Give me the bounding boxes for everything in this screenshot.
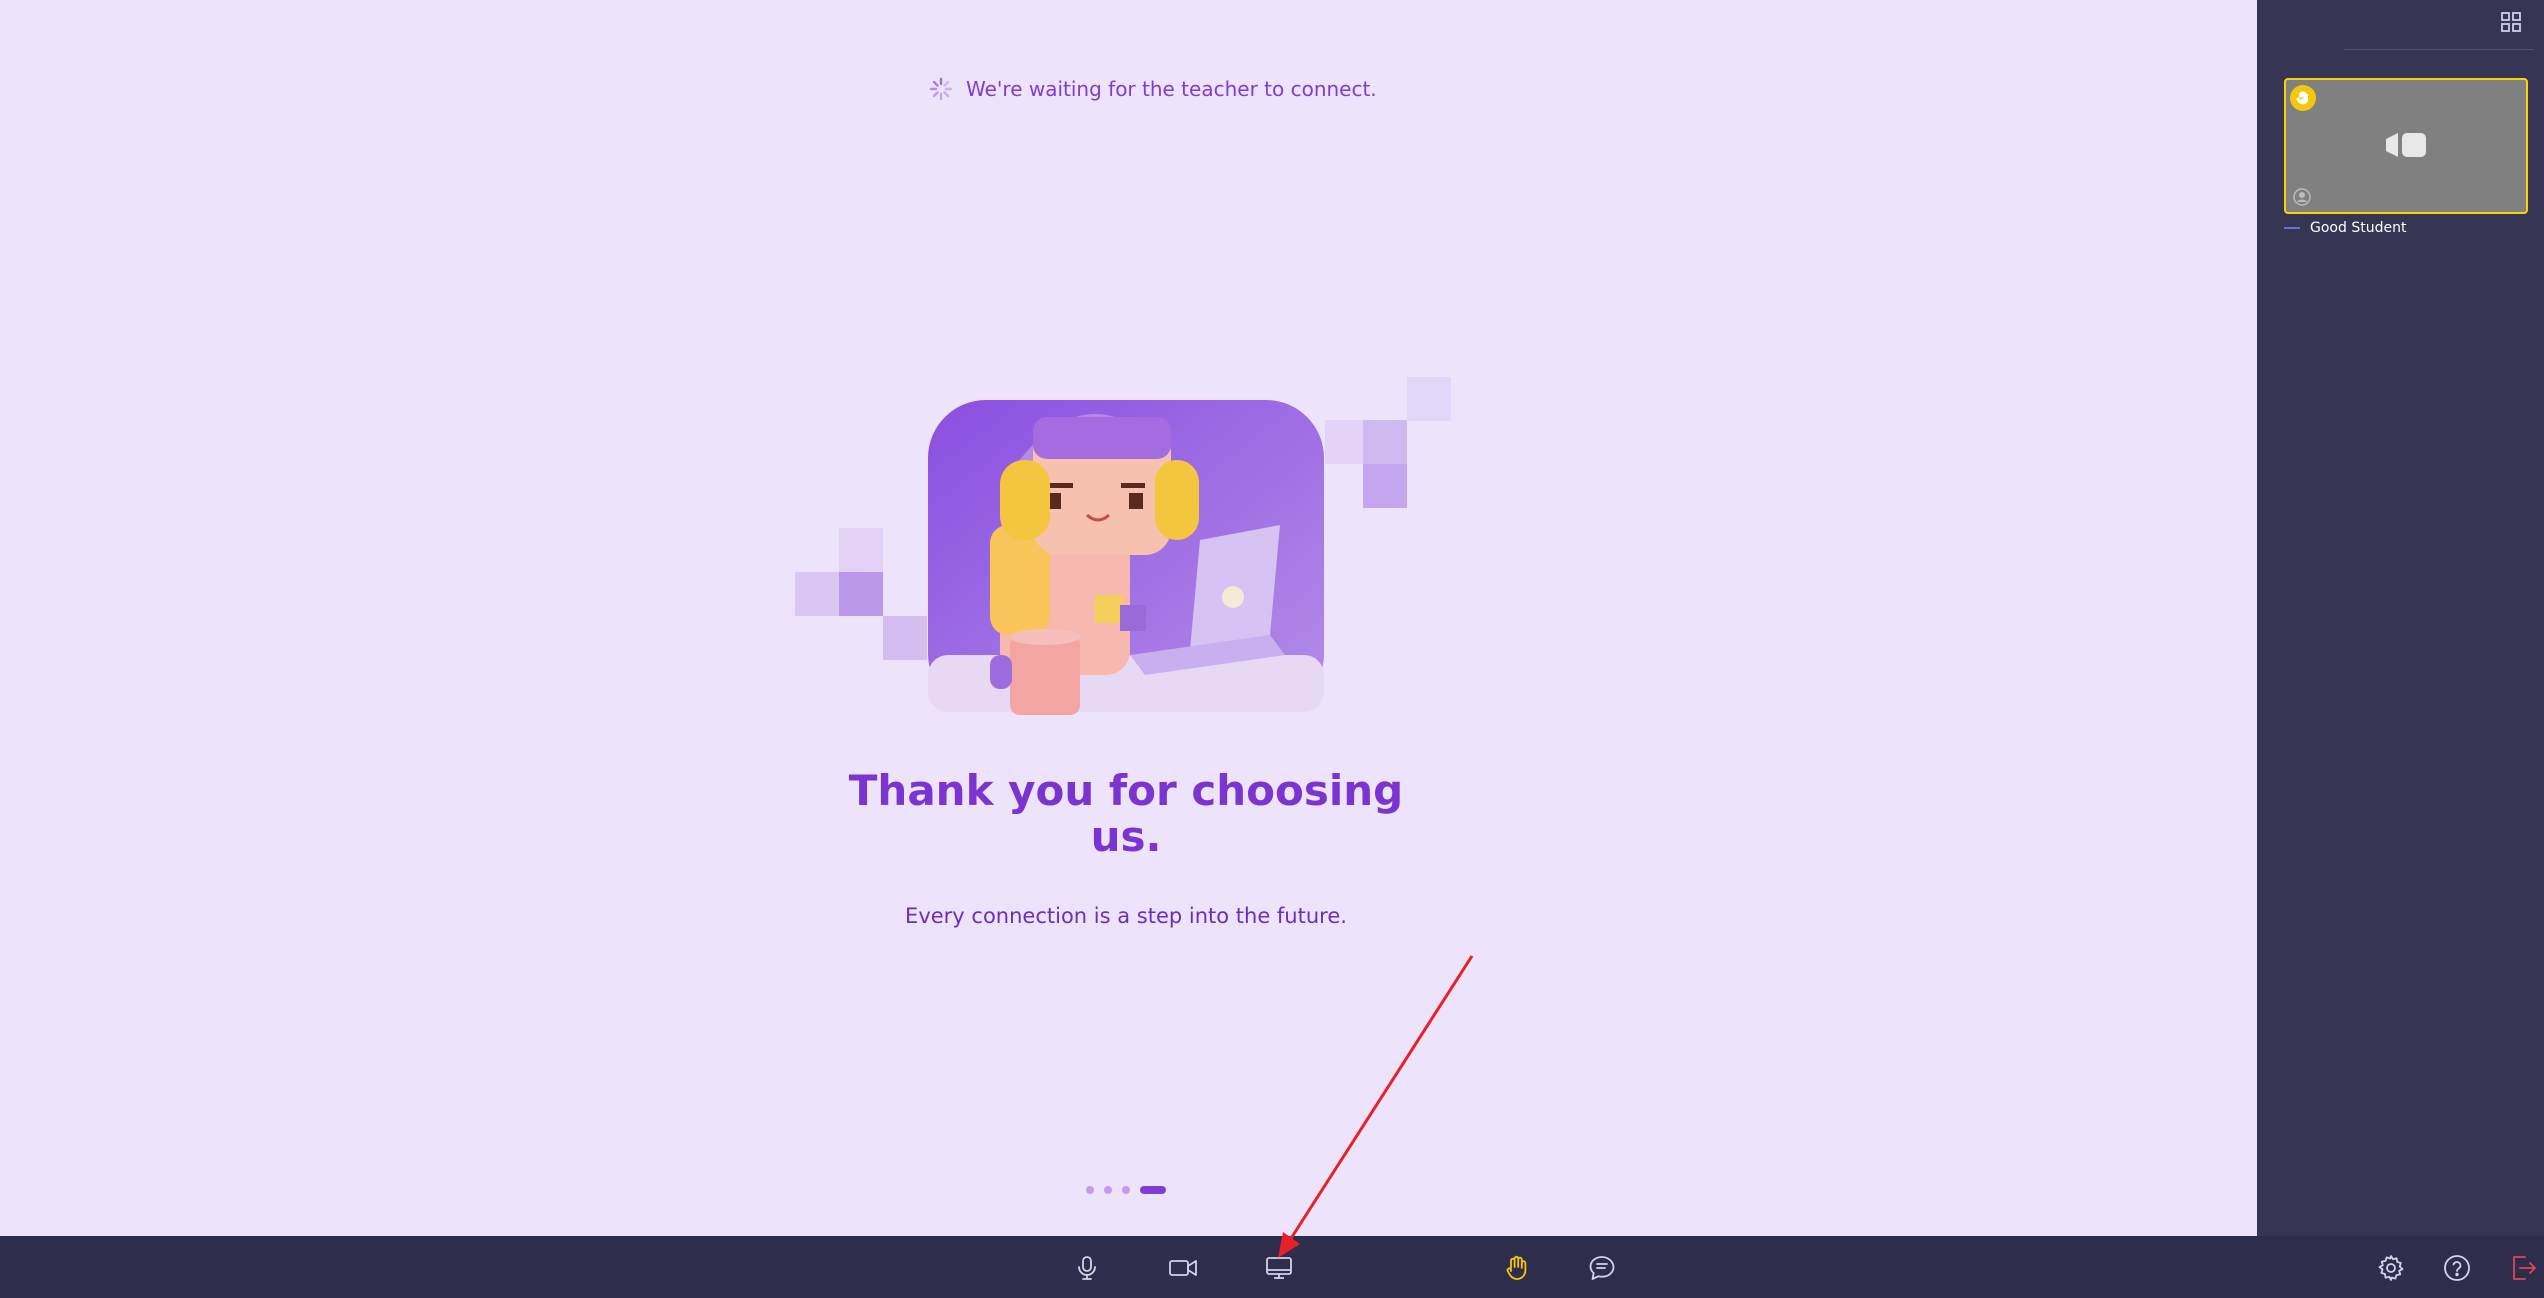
sidebar-divider bbox=[2344, 49, 2534, 50]
screen-share-button[interactable] bbox=[1262, 1252, 1296, 1284]
microphone-button[interactable] bbox=[1070, 1252, 1104, 1284]
carousel-dot-active[interactable] bbox=[1140, 1186, 1166, 1194]
camera-off-icon bbox=[2386, 133, 2426, 157]
chat-button[interactable] bbox=[1585, 1252, 1619, 1284]
welcome-illustration bbox=[795, 377, 1451, 715]
leave-button[interactable] bbox=[2506, 1252, 2540, 1284]
connection-status: We're waiting for the teacher to connect… bbox=[928, 74, 1377, 104]
slide-subtitle: Every connection is a step into the futu… bbox=[905, 904, 1347, 928]
camera-icon bbox=[1169, 1260, 1197, 1276]
screen-share-icon bbox=[1266, 1257, 1292, 1279]
avatar-icon bbox=[2293, 188, 2311, 206]
carousel-dot[interactable] bbox=[1104, 1186, 1112, 1194]
slide-title: Thank you for choosing us. bbox=[848, 766, 1404, 861]
help-icon bbox=[2444, 1255, 2470, 1281]
raise-hand-icon bbox=[1506, 1255, 1527, 1280]
camera-button[interactable] bbox=[1166, 1252, 1200, 1284]
participant-name: Good Student bbox=[2310, 220, 2407, 236]
carousel-dot[interactable] bbox=[1086, 1186, 1094, 1194]
carousel-indicator bbox=[1086, 1186, 1166, 1194]
grid-view-icon[interactable] bbox=[2499, 10, 2523, 34]
raise-hand-button[interactable] bbox=[1500, 1252, 1534, 1284]
leave-icon bbox=[2513, 1256, 2536, 1280]
settings-button[interactable] bbox=[2374, 1252, 2408, 1284]
microphone-icon bbox=[1078, 1256, 1096, 1280]
audio-level-indicator bbox=[2284, 227, 2300, 229]
participant-name-row: Good Student bbox=[2284, 220, 2406, 236]
chat-icon bbox=[1589, 1256, 1615, 1280]
settings-icon bbox=[2378, 1255, 2404, 1281]
carousel-dot[interactable] bbox=[1122, 1186, 1130, 1194]
raise-hand-icon bbox=[2296, 91, 2309, 105]
main-stage: We're waiting for the teacher to connect… bbox=[0, 0, 2257, 1236]
hand-raised-badge bbox=[2290, 85, 2316, 111]
spinner-icon bbox=[929, 77, 953, 101]
help-button[interactable] bbox=[2440, 1252, 2474, 1284]
status-text: We're waiting for the teacher to connect… bbox=[966, 77, 1377, 101]
